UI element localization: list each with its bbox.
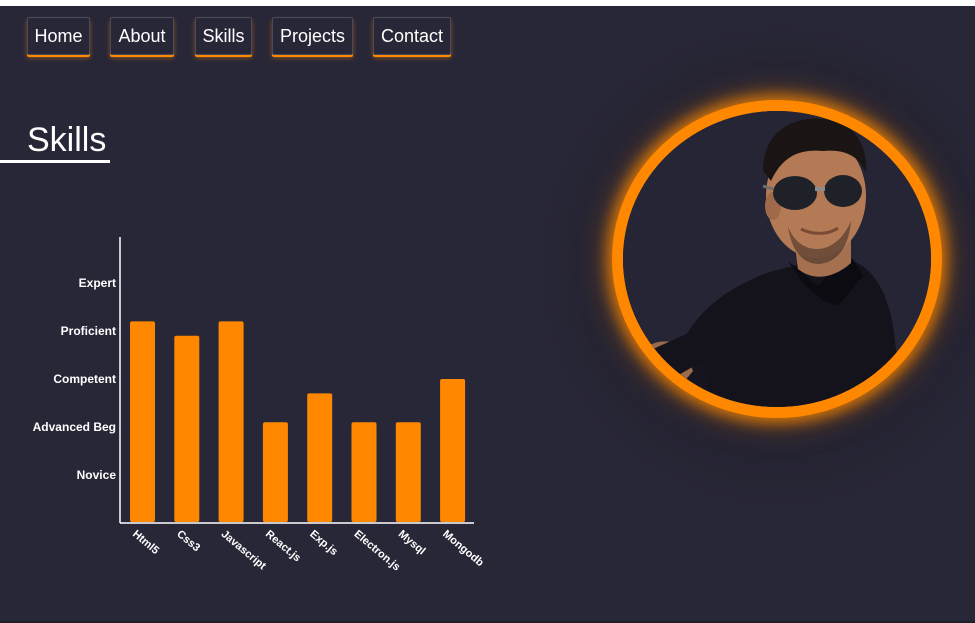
nav-home-button[interactable]: Home [27,17,90,55]
x-tick-label: Exp.js [307,528,340,558]
bar-electron-js [351,422,377,522]
bar-mongodb [440,379,466,522]
bar-javascript [218,321,244,522]
y-tick-label: Novice [77,468,117,482]
bar-mysql [395,422,421,522]
nav-skills-button[interactable]: Skills [195,17,252,55]
avatar [612,100,942,418]
y-tick-label: Advanced Beg [33,420,116,434]
nav-contact-button[interactable]: Contact [373,17,451,55]
nav-projects-button[interactable]: Projects [272,17,353,55]
page-title: Skills [27,121,107,159]
x-tick-label: Electron.js [352,528,403,573]
bar-css3 [174,335,200,522]
nav-about-button[interactable]: About [110,17,174,55]
profile-photo-icon [623,111,931,407]
skills-chart-svg: Novice Advanced Beg Competent Proficient Exp… [33,237,486,573]
skills-chart: Novice Advanced Beg Competent Proficient Exp… [0,201,500,601]
x-tick-label: Javascript [219,528,269,572]
top-nav: Home About Skills Projects Contact [0,6,975,76]
bar-exp-js [307,393,333,522]
y-tick-label: Proficient [61,324,116,338]
x-tick-label: Mongodb [440,528,486,569]
x-tick-label: Css3 [174,528,202,554]
title-underline [0,160,110,163]
y-tick-label: Competent [53,372,116,386]
x-tick-label: Mysql [396,528,428,557]
y-tick-label: Expert [79,276,116,290]
page: Home About Skills Projects Contact Skill… [0,6,975,621]
bar-html5 [130,321,155,522]
x-tick-label: Html5 [130,528,161,557]
x-tick-label: React.js [263,528,303,564]
bar-react-js [262,422,288,522]
